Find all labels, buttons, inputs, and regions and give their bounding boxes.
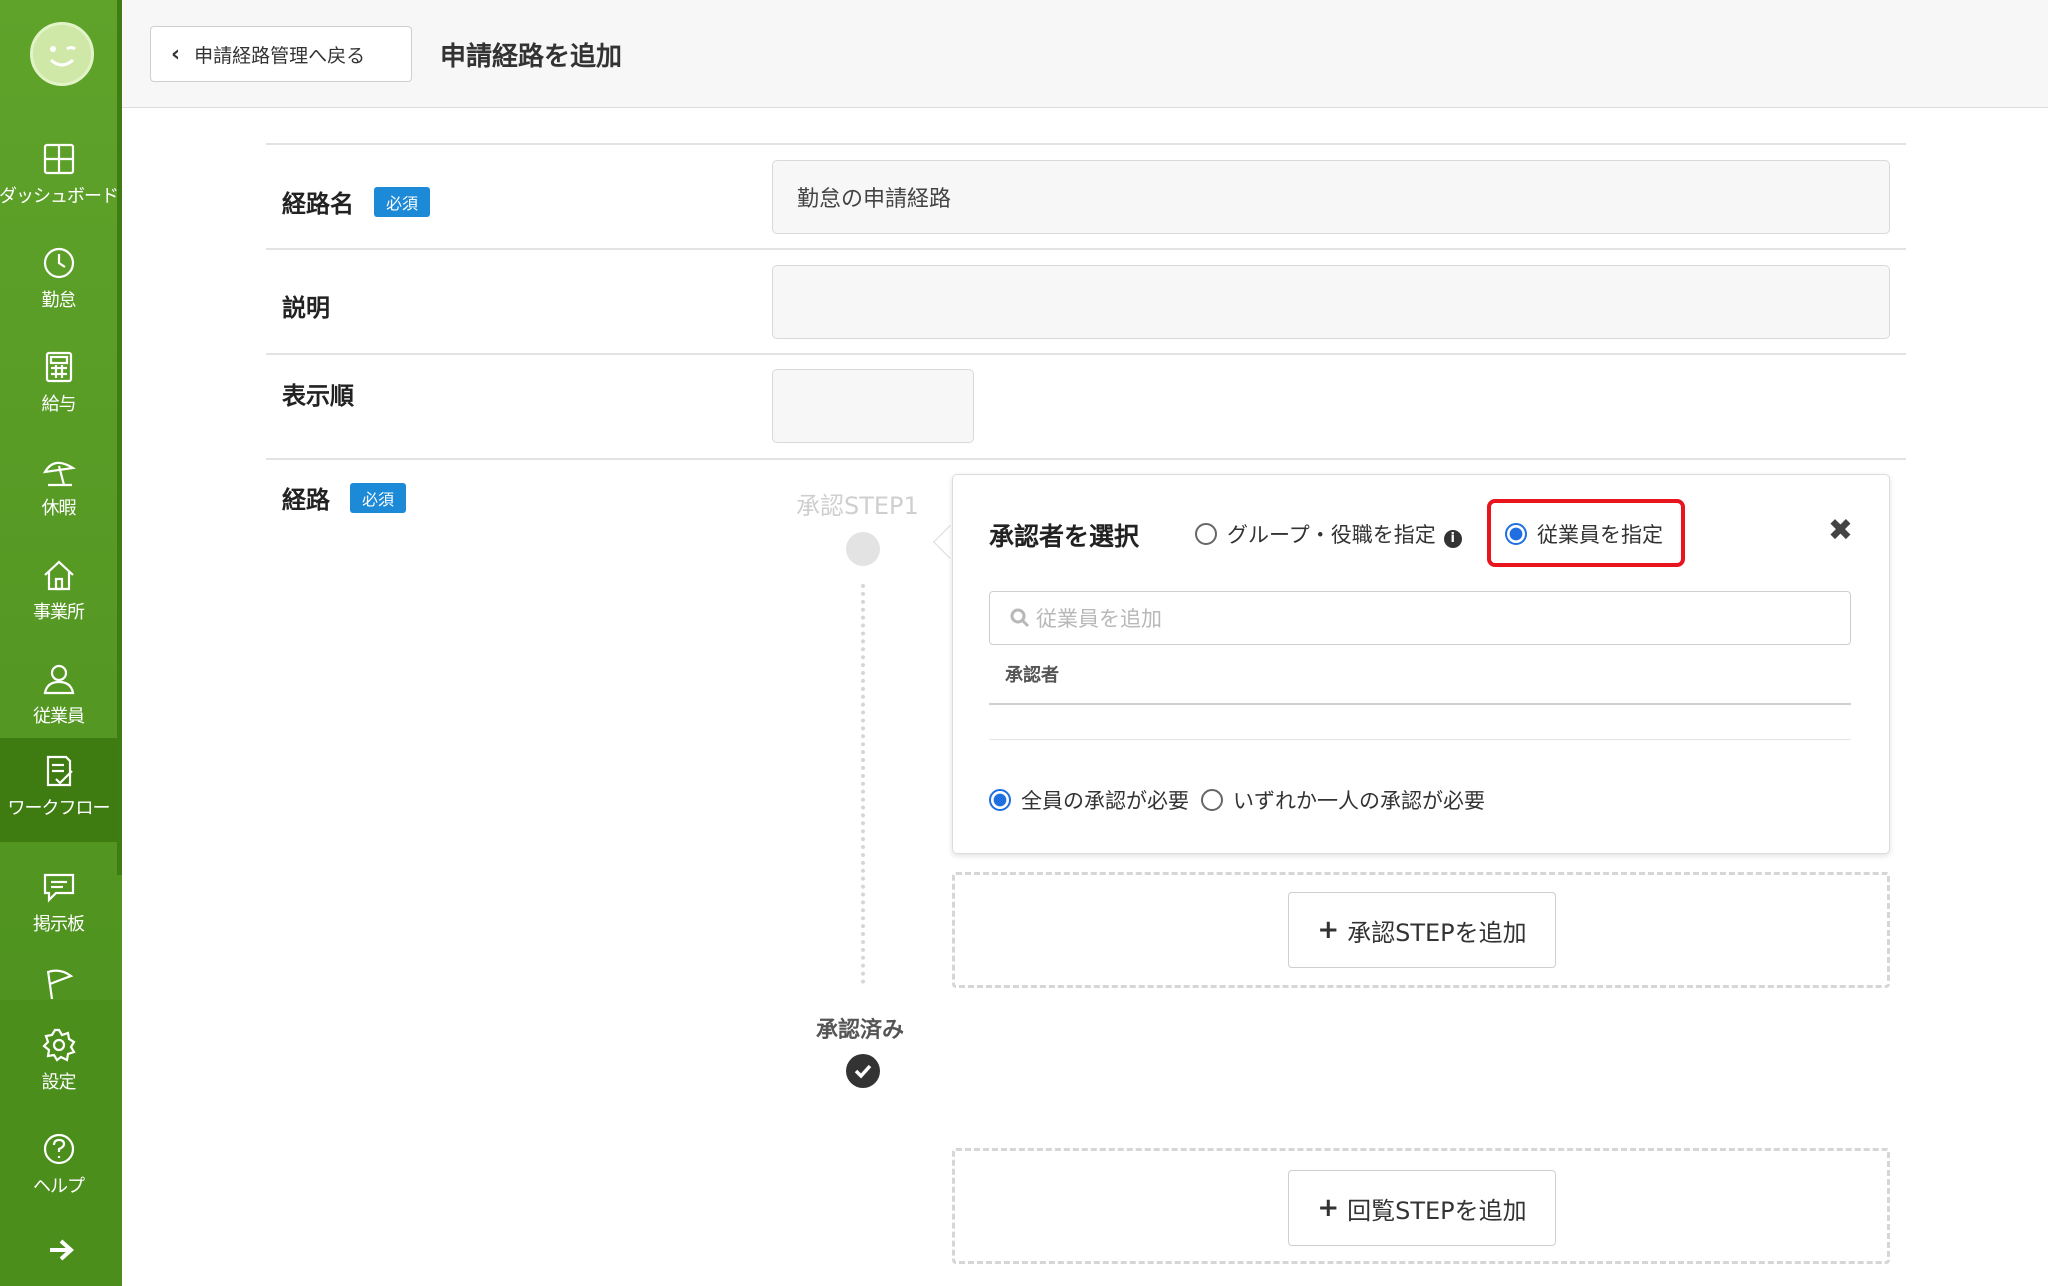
sidebar-item-board[interactable]: 掲示板: [0, 854, 117, 958]
sidebar-item-label: 給与: [41, 394, 77, 415]
help-icon: [43, 1133, 74, 1165]
sidebar-divider: [117, 0, 122, 875]
plus-icon: +: [1317, 915, 1340, 945]
message-icon: [43, 873, 74, 903]
umbrella-icon: [42, 461, 76, 487]
route-label: 経路: [282, 486, 330, 514]
step-dot: [846, 532, 880, 566]
panel-title: 承認者を選択: [989, 522, 1140, 551]
radio-button-checked[interactable]: [1505, 523, 1527, 545]
page-title: 申請経路を追加: [440, 42, 623, 72]
workflow-icon: [46, 755, 73, 787]
route-name-input[interactable]: 勤怠の申請経路: [772, 160, 1890, 234]
radio-group-role-label: グループ・役職を指定: [1227, 523, 1436, 547]
step-title: 承認STEP1: [796, 492, 919, 520]
radio-any-required-label: いずれか一人の承認が必要: [1233, 789, 1485, 813]
flag-icon: [46, 969, 73, 1000]
radio-button[interactable]: [1201, 789, 1223, 811]
row-divider: [266, 248, 1906, 250]
radio-group-role[interactable]: グループ・役職を指定 i: [1195, 519, 1462, 549]
add-review-step-button[interactable]: + 回覧STEPを追加: [1288, 1170, 1556, 1246]
back-button-label: 申請経路管理へ戻る: [194, 44, 366, 67]
description-label: 説明: [282, 294, 330, 322]
display-order-label: 表示順: [282, 382, 354, 410]
sidebar-item-leave[interactable]: 休暇: [0, 438, 117, 542]
sidebar-item-settings[interactable]: 設定: [0, 1012, 117, 1116]
search-icon: [1010, 608, 1030, 628]
sidebar-item-dashboard[interactable]: ダッシュボード: [0, 126, 119, 230]
radio-all-required-label: 全員の承認が必要: [1021, 789, 1189, 813]
sidebar-item-label: ダッシュボード: [0, 186, 119, 207]
approver-panel: 承認者を選択 グループ・役職を指定 i 従業員を指定 ✖ 従業員を追加 承認者 全…: [952, 474, 1890, 854]
sidebar-item-label: 休暇: [41, 498, 77, 519]
route-name-label: 経路名: [282, 190, 354, 218]
required-badge: 必須: [350, 483, 407, 513]
sidebar-item-label: 勤怠: [41, 290, 77, 311]
plus-icon: +: [1317, 1193, 1340, 1223]
sidebar-item-workflow[interactable]: ワークフロー: [0, 738, 117, 842]
sidebar-item-label: 設定: [41, 1072, 77, 1093]
back-button[interactable]: ‹ 申請経路管理へ戻る: [150, 26, 412, 82]
sidebar-item-label: 従業員: [33, 706, 85, 727]
page-header: ‹ 申請経路管理へ戻る 申請経路を追加: [122, 0, 2048, 108]
sidebar-item-label: 事業所: [33, 602, 85, 623]
description-input[interactable]: [772, 265, 1890, 339]
radio-button-checked[interactable]: [989, 789, 1011, 811]
route-label-group: 経路 必須: [282, 480, 407, 515]
radio-any-required[interactable]: いずれか一人の承認が必要: [1201, 785, 1485, 815]
gear-icon: [41, 1028, 76, 1062]
display-order-input[interactable]: [772, 369, 974, 443]
approver-divider: [989, 703, 1851, 705]
radio-all-required[interactable]: 全員の承認が必要: [989, 785, 1189, 815]
approver-divider: [989, 739, 1851, 740]
radio-employee-label: 従業員を指定: [1537, 523, 1663, 547]
sidebar-item-label: ヘルプ: [33, 1176, 85, 1197]
avatar[interactable]: [30, 22, 94, 86]
calculator-icon: [45, 351, 72, 383]
row-divider: [266, 353, 1906, 355]
sidebar-item-label: ワークフロー: [7, 798, 111, 819]
add-approval-step-label: 承認STEPを追加: [1347, 918, 1527, 947]
row-divider: [266, 458, 1906, 460]
check-circle-icon: [846, 1054, 880, 1088]
sidebar-item-help[interactable]: ヘルプ: [0, 1116, 117, 1220]
search-placeholder: 従業員を追加: [1036, 607, 1162, 631]
smiley-icon: [49, 46, 76, 67]
sidebar-item-attendance[interactable]: 勤怠: [0, 230, 117, 334]
sidebar-item-payroll[interactable]: 給与: [0, 334, 117, 438]
approved-label: 承認済み: [816, 1018, 905, 1043]
required-badge: 必須: [374, 187, 431, 217]
dashboard-icon: [43, 143, 74, 175]
info-icon[interactable]: i: [1443, 530, 1462, 548]
person-icon: [43, 664, 74, 695]
timeline-line: [861, 584, 865, 984]
employee-search-input[interactable]: 従業員を追加: [989, 591, 1851, 645]
home-icon: [43, 560, 74, 591]
sidebar-item-office[interactable]: 事業所: [0, 542, 117, 646]
approver-column-header: 承認者: [1005, 665, 1059, 686]
add-review-step-label: 回覧STEPを追加: [1347, 1196, 1527, 1225]
add-approval-step-button[interactable]: + 承認STEPを追加: [1288, 892, 1556, 968]
radio-button[interactable]: [1195, 523, 1217, 545]
sidebar: ダッシュボード 勤怠 給与 休暇 事業所 従業員 ワークフロー 掲示板 設定 ヘ…: [0, 0, 122, 1286]
close-icon[interactable]: ✖: [1828, 513, 1853, 548]
radio-employee[interactable]: 従業員を指定: [1505, 519, 1663, 549]
row-divider: [266, 143, 1906, 145]
sidebar-item-employees[interactable]: 従業員: [0, 646, 117, 750]
chevron-left-icon: ‹: [171, 41, 181, 67]
clock-icon: [43, 247, 74, 279]
route-name-label-group: 経路名 必須: [282, 184, 431, 219]
sidebar-item-label: 掲示板: [33, 914, 85, 935]
arrow-right-icon[interactable]: [44, 1236, 78, 1264]
